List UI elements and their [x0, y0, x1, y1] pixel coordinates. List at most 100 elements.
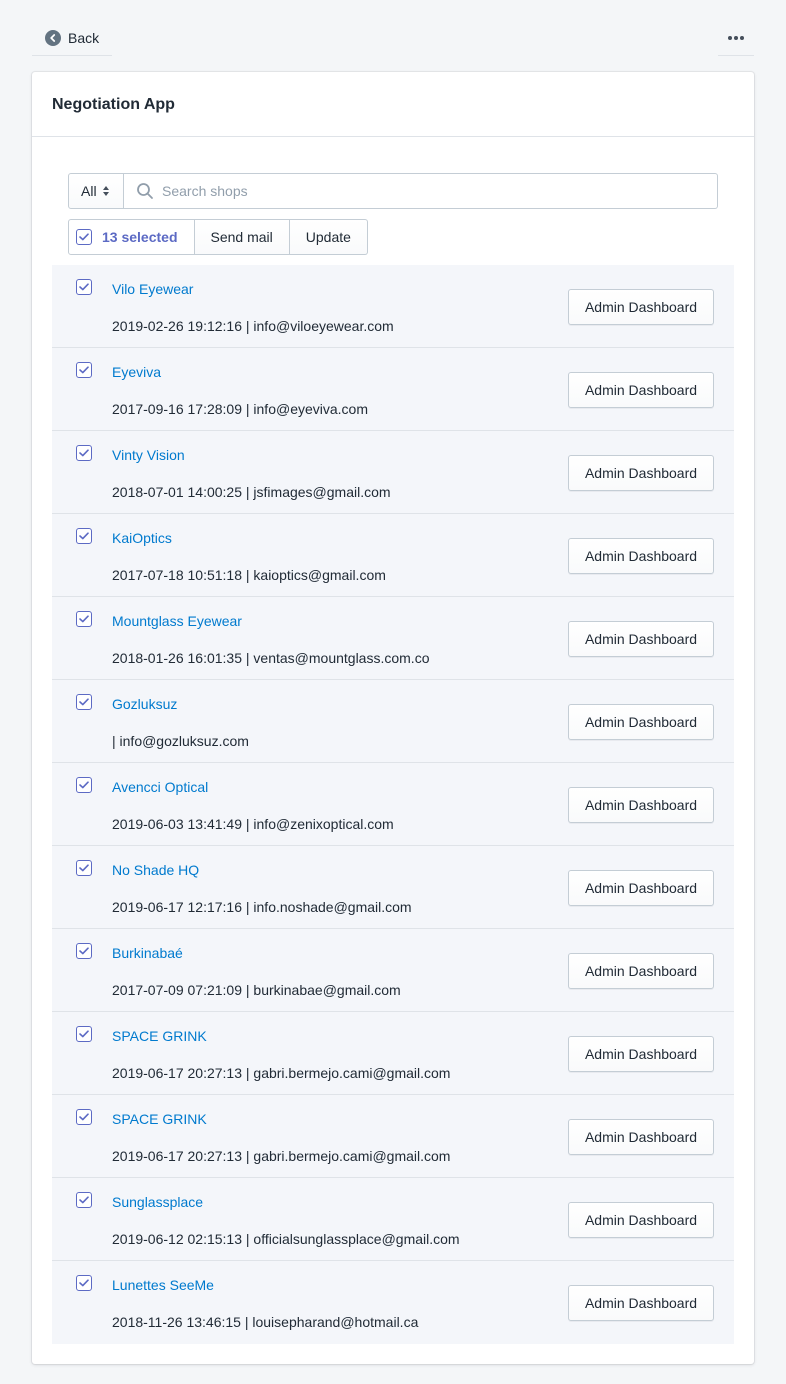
checkmark-icon	[79, 366, 89, 374]
shop-meta: 2018-11-26 13:46:15 | louisepharand@hotm…	[112, 1314, 419, 1330]
row-checkbox[interactable]	[76, 362, 92, 378]
list-item: Avencci Optical 2019-06-03 13:41:49 | inf…	[52, 763, 734, 846]
shop-name-link[interactable]: Sunglassplace	[112, 1194, 203, 1210]
row-checkbox[interactable]	[76, 694, 92, 710]
shop-meta: 2018-01-26 16:01:35 | ventas@mountglass.…	[112, 650, 430, 666]
list-item: Lunettes SeeMe 2018-11-26 13:46:15 | loui…	[52, 1261, 734, 1344]
shop-meta: 2018-07-01 14:00:25 | jsfimages@gmail.co…	[112, 484, 391, 500]
checkmark-icon	[79, 449, 89, 457]
list-item: Eyeviva 2017-09-16 17:28:09 | info@eyeviv…	[52, 348, 734, 431]
shop-name-link[interactable]: Vilo Eyewear	[112, 281, 193, 297]
shop-name-link[interactable]: Burkinabaé	[112, 945, 183, 961]
back-label: Back	[68, 29, 100, 46]
list-item: Gozluksuz | info@gozluksuz.com Admin Dashb…	[52, 680, 734, 763]
filter-select[interactable]: All	[68, 173, 124, 209]
shop-meta: 2017-09-16 17:28:09 | info@eyeviva.com	[112, 401, 369, 417]
more-horizontal-icon	[728, 35, 744, 40]
list-item: Burkinabaé 2017-07-09 07:21:09 | burkinab…	[52, 929, 734, 1012]
admin-dashboard-button[interactable]: Admin Dashboard	[568, 1036, 714, 1072]
shop-name-link[interactable]: SPACE GRINK	[112, 1028, 207, 1044]
bulk-select-all[interactable]: 13 selected	[68, 219, 195, 255]
list-item: Vinty Vision 2018-07-01 14:00:25 | jsfima…	[52, 431, 734, 514]
list-item: Vilo Eyewear 2019-02-26 19:12:16 | info@v…	[52, 265, 734, 348]
chevron-left-icon	[45, 29, 61, 46]
row-checkbox[interactable]	[76, 279, 92, 295]
shop-meta: 2019-06-03 13:41:49 | info@zenixoptical.…	[112, 816, 394, 832]
selected-count: 13 selected	[102, 229, 178, 245]
list-item: Mountglass Eyewear 2018-01-26 16:01:35 | …	[52, 597, 734, 680]
row-checkbox[interactable]	[76, 777, 92, 793]
row-checkbox[interactable]	[76, 528, 92, 544]
select-arrows-icon	[102, 186, 109, 196]
admin-dashboard-button[interactable]: Admin Dashboard	[568, 289, 714, 325]
update-button[interactable]: Update	[289, 219, 368, 255]
checkmark-icon	[79, 1196, 89, 1204]
select-all-checkbox[interactable]	[76, 229, 92, 245]
row-checkbox[interactable]	[76, 860, 92, 876]
card-title: Negotiation App	[32, 72, 754, 137]
send-mail-button[interactable]: Send mail	[194, 219, 290, 255]
more-actions-button[interactable]	[718, 20, 754, 56]
shop-meta: 2019-06-17 12:17:16 | info.noshade@gmail…	[112, 899, 412, 915]
admin-dashboard-button[interactable]: Admin Dashboard	[568, 372, 714, 408]
back-button[interactable]: Back	[32, 20, 112, 56]
checkmark-icon	[79, 698, 89, 706]
bulk-actions: 13 selected Send mail Update	[68, 219, 368, 255]
list-item: KaiOptics 2017-07-18 10:51:18 | kaioptics…	[52, 514, 734, 597]
row-checkbox[interactable]	[76, 943, 92, 959]
shop-meta: 2019-06-17 20:27:13 | gabri.bermejo.cami…	[112, 1148, 451, 1164]
admin-dashboard-button[interactable]: Admin Dashboard	[568, 787, 714, 823]
checkmark-icon	[79, 1030, 89, 1038]
admin-dashboard-button[interactable]: Admin Dashboard	[568, 953, 714, 989]
list-item: No Shade HQ 2019-06-17 12:17:16 | info.no…	[52, 846, 734, 929]
shop-meta: | info@gozluksuz.com	[112, 733, 249, 749]
checkmark-icon	[79, 1113, 89, 1121]
filter-select-value: All	[81, 183, 97, 199]
row-checkbox[interactable]	[76, 1026, 92, 1042]
list-item: SPACE GRINK 2019-06-17 20:27:13 | gabri.b…	[52, 1095, 734, 1178]
shop-meta: 2017-07-18 10:51:18 | kaioptics@gmail.co…	[112, 567, 386, 583]
row-checkbox[interactable]	[76, 1192, 92, 1208]
admin-dashboard-button[interactable]: Admin Dashboard	[568, 538, 714, 574]
admin-dashboard-button[interactable]: Admin Dashboard	[568, 1285, 714, 1321]
shop-name-link[interactable]: Eyeviva	[112, 364, 161, 380]
shop-meta: 2019-06-12 02:15:13 | officialsunglasspl…	[112, 1231, 460, 1247]
checkmark-icon	[79, 781, 89, 789]
checkmark-icon	[79, 947, 89, 955]
shop-meta: 2019-06-17 20:27:13 | gabri.bermejo.cami…	[112, 1065, 451, 1081]
list-item: SPACE GRINK 2019-06-17 20:27:13 | gabri.b…	[52, 1012, 734, 1095]
shop-name-link[interactable]: SPACE GRINK	[112, 1111, 207, 1127]
admin-dashboard-button[interactable]: Admin Dashboard	[568, 870, 714, 906]
shop-name-link[interactable]: KaiOptics	[112, 530, 172, 546]
checkmark-icon	[79, 1279, 89, 1287]
checkmark-icon	[79, 283, 89, 291]
shop-name-link[interactable]: No Shade HQ	[112, 862, 199, 878]
row-checkbox[interactable]	[76, 611, 92, 627]
shop-meta: 2019-02-26 19:12:16 | info@viloeyewear.c…	[112, 318, 394, 334]
app-card: Negotiation App All 13 selected Send mai…	[32, 72, 754, 1364]
admin-dashboard-button[interactable]: Admin Dashboard	[568, 1202, 714, 1238]
checkmark-icon	[79, 233, 89, 241]
admin-dashboard-button[interactable]: Admin Dashboard	[568, 1119, 714, 1155]
shop-name-link[interactable]: Lunettes SeeMe	[112, 1277, 214, 1293]
shop-name-link[interactable]: Mountglass Eyewear	[112, 613, 242, 629]
admin-dashboard-button[interactable]: Admin Dashboard	[568, 455, 714, 491]
shop-meta: 2017-07-09 07:21:09 | burkinabae@gmail.c…	[112, 982, 401, 998]
row-checkbox[interactable]	[76, 1275, 92, 1291]
search-icon	[137, 183, 153, 199]
search-input[interactable]	[162, 183, 682, 199]
row-checkbox[interactable]	[76, 1109, 92, 1125]
shop-name-link[interactable]: Gozluksuz	[112, 696, 177, 712]
checkmark-icon	[79, 615, 89, 623]
admin-dashboard-button[interactable]: Admin Dashboard	[568, 621, 714, 657]
checkmark-icon	[79, 864, 89, 872]
shop-name-link[interactable]: Vinty Vision	[112, 447, 185, 463]
checkmark-icon	[79, 532, 89, 540]
shop-list: Vilo Eyewear 2019-02-26 19:12:16 | info@v…	[52, 265, 734, 1344]
top-bar: Back	[32, 20, 754, 56]
search-field	[124, 173, 718, 209]
shop-name-link[interactable]: Avencci Optical	[112, 779, 208, 795]
row-checkbox[interactable]	[76, 445, 92, 461]
list-item: Sunglassplace 2019-06-12 02:15:13 | offic…	[52, 1178, 734, 1261]
admin-dashboard-button[interactable]: Admin Dashboard	[568, 704, 714, 740]
